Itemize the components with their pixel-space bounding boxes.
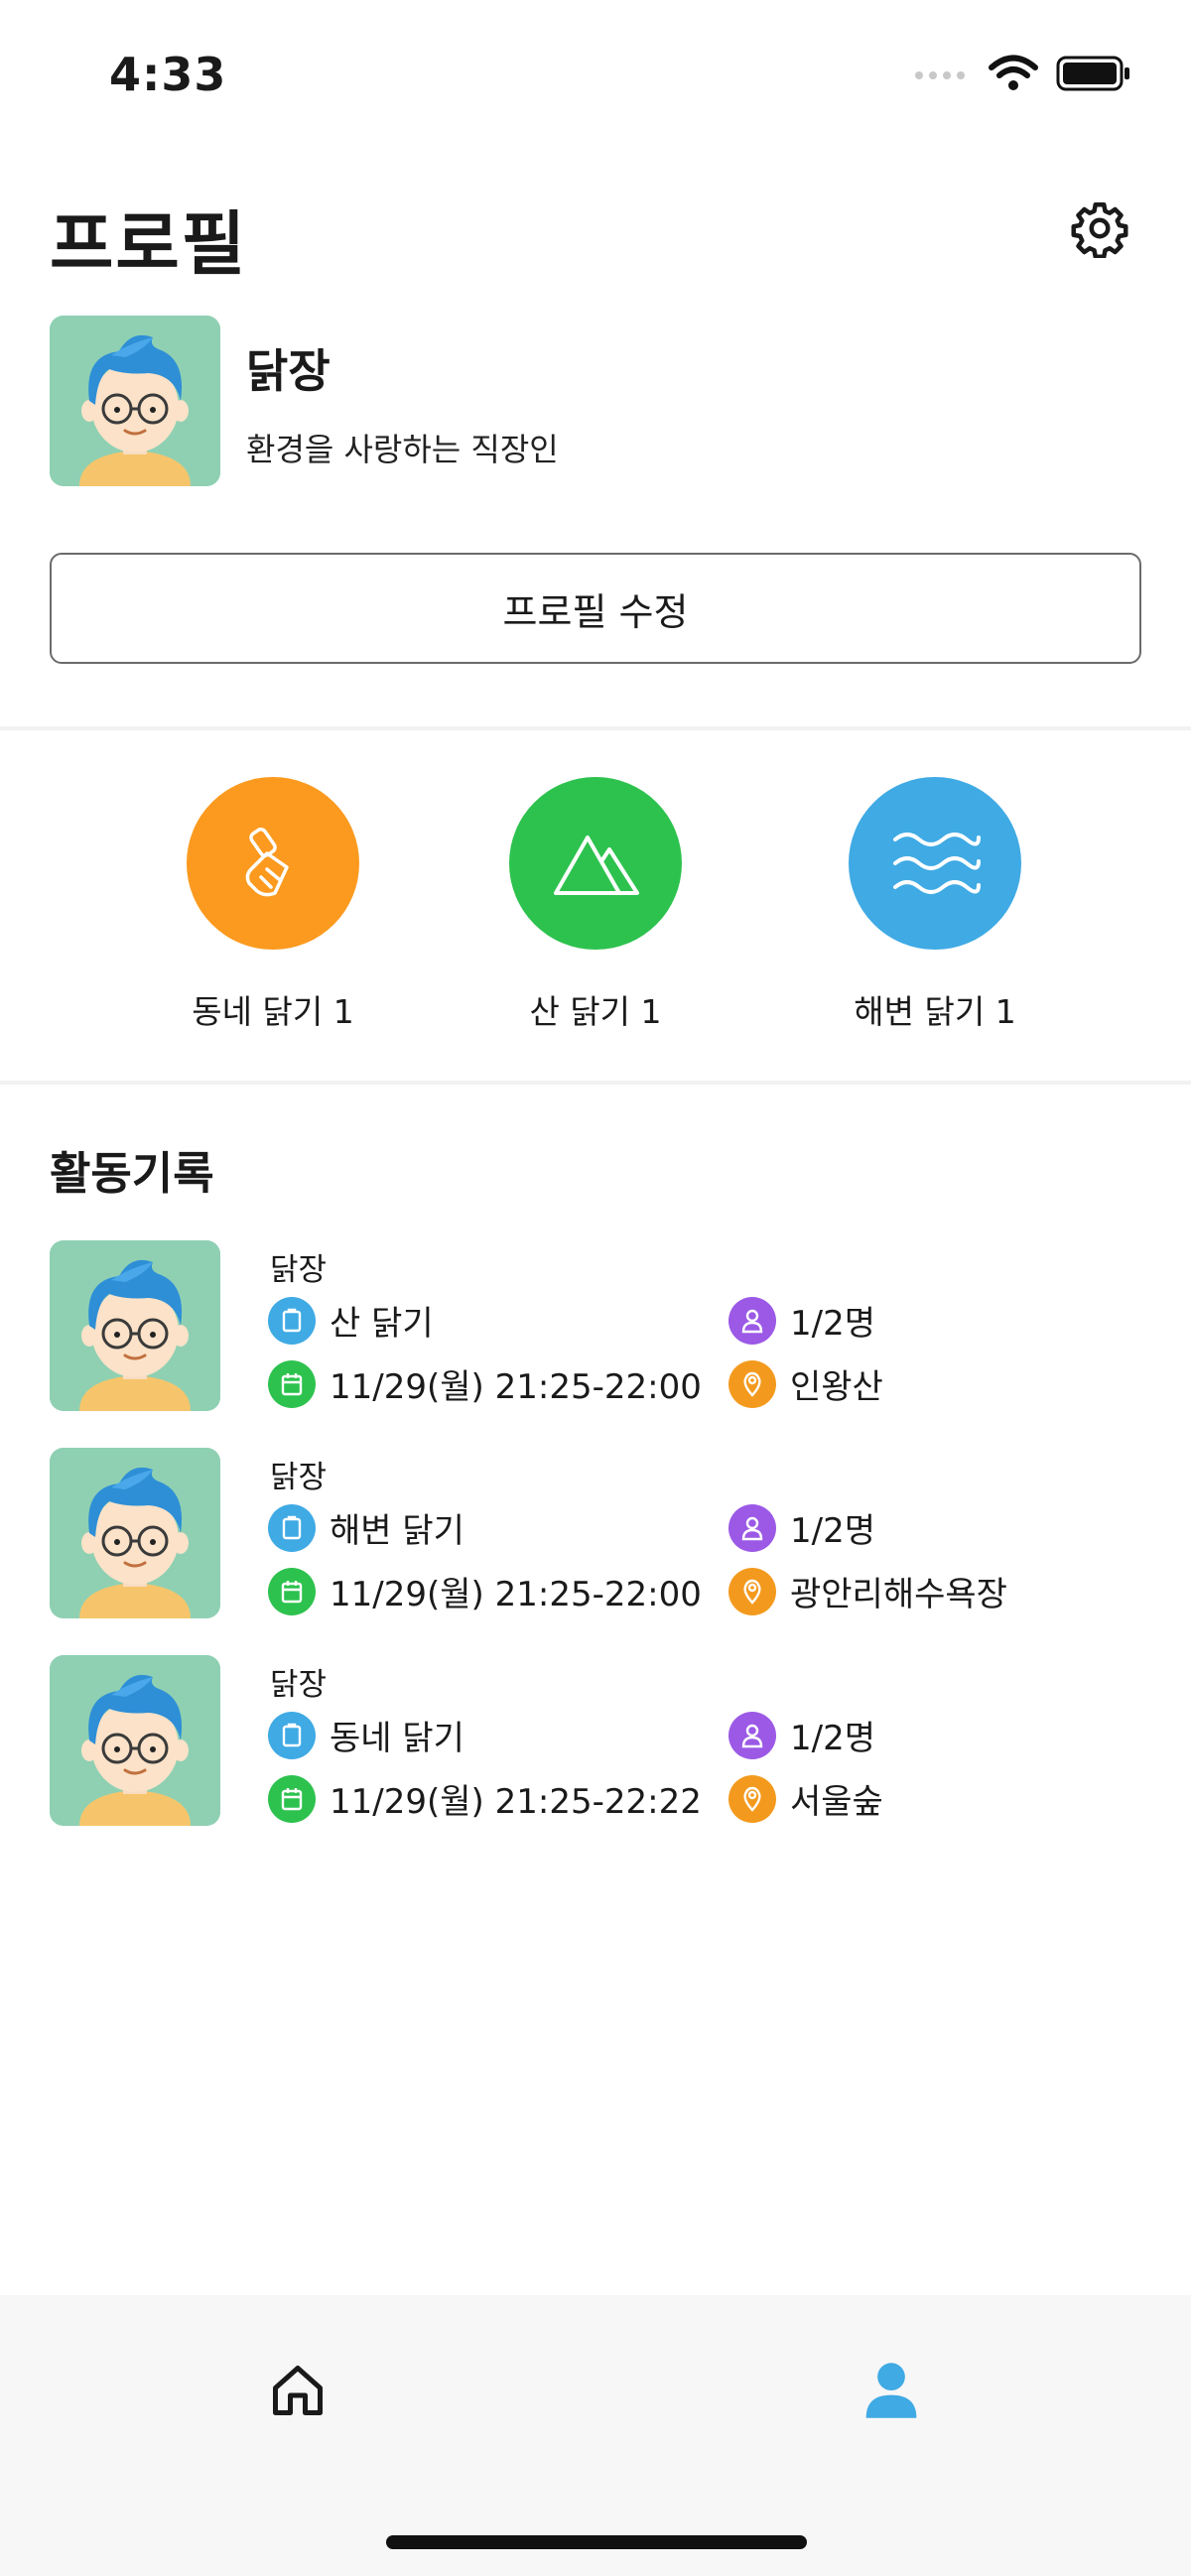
activity-participants: 1/2명 xyxy=(728,1711,875,1759)
activity-avatar xyxy=(50,1448,220,1618)
category-neighborhood[interactable]: 동네 닭기 1 xyxy=(144,777,402,1033)
gear-icon xyxy=(1070,198,1129,262)
location-icon xyxy=(728,1567,776,1615)
person-icon xyxy=(728,1296,776,1345)
category-mountain[interactable]: 산 닭기 1 xyxy=(466,777,725,1033)
location-icon xyxy=(728,1774,776,1823)
location-icon xyxy=(728,1359,776,1408)
divider xyxy=(0,1081,1191,1085)
broom-icon xyxy=(187,777,359,950)
activity-participants: 1/2명 xyxy=(728,1503,875,1552)
calendar-icon xyxy=(268,1359,316,1408)
category-label: 산 닭기 1 xyxy=(529,992,662,1031)
clipboard-icon xyxy=(268,1711,316,1759)
activity-section-title: 활동기록 xyxy=(50,1147,214,1200)
activity-user: 닭장 xyxy=(270,1667,328,1703)
activity-datetime: 11/29(월) 21:25-22:00 xyxy=(268,1567,702,1615)
tab-profile[interactable] xyxy=(854,2355,929,2430)
activity-avatar xyxy=(50,1240,220,1411)
status-bar: 4:33 xyxy=(0,0,1191,149)
activity-user: 닭장 xyxy=(270,1460,328,1495)
profile-name: 닭장 xyxy=(246,344,331,398)
activity-item[interactable]: 닭장 산 닭기 1/2명 11/29(월) 21:25-22:00 인왕산 xyxy=(0,1240,1191,1448)
user-icon xyxy=(863,2361,919,2424)
mountain-icon xyxy=(509,777,682,950)
category-label: 해변 닭기 1 xyxy=(854,992,1016,1031)
activity-item[interactable]: 닭장 해변 닭기 1/2명 11/29(월) 21:25-22:00 광안리해수… xyxy=(0,1448,1191,1655)
tab-bar xyxy=(0,2295,1191,2576)
battery-icon xyxy=(1056,56,1131,95)
activity-type: 해변 닭기 xyxy=(268,1503,464,1552)
person-icon xyxy=(728,1711,776,1759)
profile-avatar xyxy=(50,316,220,486)
calendar-icon xyxy=(268,1567,316,1615)
activity-place: 광안리해수욕장 xyxy=(728,1567,1007,1615)
activity-avatar xyxy=(50,1655,220,1826)
home-icon xyxy=(268,2361,328,2424)
clipboard-icon xyxy=(268,1503,316,1552)
activity-list: 닭장 산 닭기 1/2명 11/29(월) 21:25-22:00 인왕산 닭장… xyxy=(0,1240,1191,1863)
activity-participants: 1/2명 xyxy=(728,1296,875,1345)
page-title: 프로필 xyxy=(50,203,248,285)
category-beach[interactable]: 해변 닭기 1 xyxy=(806,777,1064,1033)
activity-user: 닭장 xyxy=(270,1252,328,1288)
activity-place: 인왕산 xyxy=(728,1359,883,1408)
tab-home[interactable] xyxy=(260,2355,335,2430)
activity-place: 서울숲 xyxy=(728,1774,883,1823)
calendar-icon xyxy=(268,1774,316,1823)
status-time: 4:33 xyxy=(109,48,227,101)
wifi-icon xyxy=(989,55,1038,96)
divider xyxy=(0,726,1191,730)
edit-profile-button[interactable]: 프로필 수정 xyxy=(50,553,1141,664)
activity-type: 산 닭기 xyxy=(268,1296,434,1345)
home-indicator xyxy=(386,2535,807,2549)
status-indicators xyxy=(915,55,1131,96)
waves-icon xyxy=(849,777,1021,950)
category-label: 동네 닭기 1 xyxy=(192,992,354,1031)
profile-bio: 환경을 사랑하는 직장인 xyxy=(246,431,559,468)
cellular-signal-icon xyxy=(915,71,965,79)
settings-button[interactable] xyxy=(1068,198,1131,262)
activity-datetime: 11/29(월) 21:25-22:22 xyxy=(268,1774,702,1823)
clipboard-icon xyxy=(268,1296,316,1345)
activity-datetime: 11/29(월) 21:25-22:00 xyxy=(268,1359,702,1408)
activity-type: 동네 닭기 xyxy=(268,1711,464,1759)
person-icon xyxy=(728,1503,776,1552)
activity-item[interactable]: 닭장 동네 닭기 1/2명 11/29(월) 21:25-22:22 서울숲 xyxy=(0,1655,1191,1863)
